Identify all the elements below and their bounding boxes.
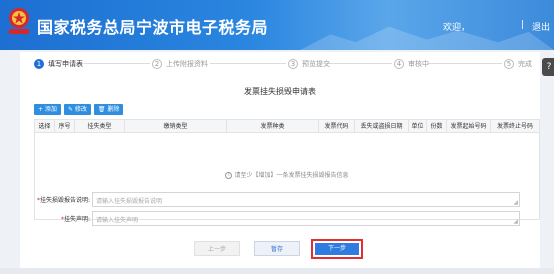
column-header[interactable]: 发票种类	[227, 120, 319, 132]
step-label: 上传附报资料	[166, 59, 208, 68]
step-number: 3	[288, 58, 298, 69]
column-header[interactable]: 发票起始号码	[447, 120, 491, 132]
statement-row: *挂失声明: 请输入挂失声明 ◢	[20, 211, 520, 226]
step-number: 5	[504, 58, 514, 69]
column-header[interactable]: 发票终止号码	[491, 120, 539, 132]
step-5: 5 完成	[504, 58, 532, 69]
previous-step-button[interactable]: 上一步	[194, 241, 240, 256]
header-separator: |	[520, 20, 524, 30]
column-header[interactable]: 发票代码	[319, 120, 355, 132]
add-button[interactable]: + 添加	[34, 104, 61, 115]
step-connector	[84, 63, 150, 64]
statement-textarea[interactable]: 请输入挂失声明 ◢	[92, 211, 520, 226]
column-header[interactable]: 丢失或盗损日期	[355, 120, 409, 132]
next-step-button[interactable]: 下一步	[315, 243, 359, 255]
column-header[interactable]: 份数	[427, 120, 447, 132]
banner-decoration	[300, 26, 554, 50]
step-label: 预览提交	[302, 59, 330, 68]
user-greeting: 欢迎，	[442, 23, 470, 33]
statement-placeholder: 请输入挂失声明	[96, 217, 139, 224]
step-connector	[210, 63, 286, 64]
edit-button[interactable]: ✎ 修改	[63, 104, 91, 115]
footer-strip	[0, 268, 554, 274]
empty-table-message: i 请至少【增加】一条发票挂失损毁报告信息	[35, 170, 539, 179]
info-icon: i	[225, 172, 233, 179]
step-label: 审核中	[408, 59, 429, 68]
empty-text: 请至少【增加】一条发票挂失损毁报告信息	[234, 172, 349, 179]
delete-button[interactable]: 🗑 删除	[93, 104, 124, 115]
column-header[interactable]: 挂失类型	[75, 120, 125, 132]
step-number: 1	[34, 58, 44, 69]
tax-emblem-icon	[9, 8, 29, 34]
step-2: 2 上传附报资料	[152, 58, 208, 69]
step-connector	[428, 63, 502, 64]
logout-link[interactable]: 退出	[532, 20, 550, 33]
save-draft-button[interactable]: 暂存	[254, 241, 300, 256]
next-step-highlight: 下一步	[311, 239, 363, 259]
column-header[interactable]: 选择	[35, 120, 55, 132]
resize-handle-icon[interactable]: ◢	[513, 218, 518, 225]
step-1: 1 填写申请表	[34, 58, 83, 69]
step-progress: 1 填写申请表 2 上传附报资料 3 预览提交 4 审核中 5 完成	[20, 52, 540, 74]
step-4: 4 审核中	[394, 58, 429, 69]
column-header[interactable]: 单位	[409, 120, 427, 132]
table-toolbar: + 添加 ✎ 修改 🗑 删除	[34, 104, 124, 115]
step-label: 填写申请表	[48, 59, 83, 68]
reason-label: *挂失损毁报告说明:	[36, 197, 90, 204]
reason-textarea[interactable]: 请输入挂失损毁报告说明 ◢	[92, 192, 520, 207]
reason-row: *挂失损毁报告说明: 请输入挂失损毁报告说明 ◢	[20, 192, 520, 207]
step-connector	[326, 63, 392, 64]
main-panel: 1 填写申请表 2 上传附报资料 3 预览提交 4 审核中 5 完成 发票挂失损…	[20, 52, 540, 268]
site-title: 国家税务总局宁波市电子税务局	[37, 18, 269, 37]
column-header[interactable]: 序号	[55, 120, 75, 132]
reason-placeholder: 请输入挂失损毁报告说明	[96, 198, 163, 205]
step-number: 4	[394, 58, 404, 69]
statement-label: *挂失声明:	[60, 216, 90, 223]
step-3: 3 预览提交	[288, 58, 330, 69]
form-actions: 上一步 暂存 下一步	[20, 239, 540, 259]
help-button[interactable]: ?	[542, 58, 554, 76]
table-header: 选择 序号 挂失类型 缴销类型 发票种类 发票代码 丢失或盗损日期 单位 份数 …	[35, 120, 539, 133]
form-title: 发票挂失损毁申请表	[244, 87, 316, 96]
resize-handle-icon[interactable]: ◢	[513, 199, 518, 206]
header-banner: 国家税务总局宁波市电子税务局 欢迎， | 退出	[0, 0, 554, 50]
step-number: 2	[152, 58, 162, 69]
column-header[interactable]: 缴销类型	[125, 120, 227, 132]
step-label: 完成	[518, 59, 532, 68]
